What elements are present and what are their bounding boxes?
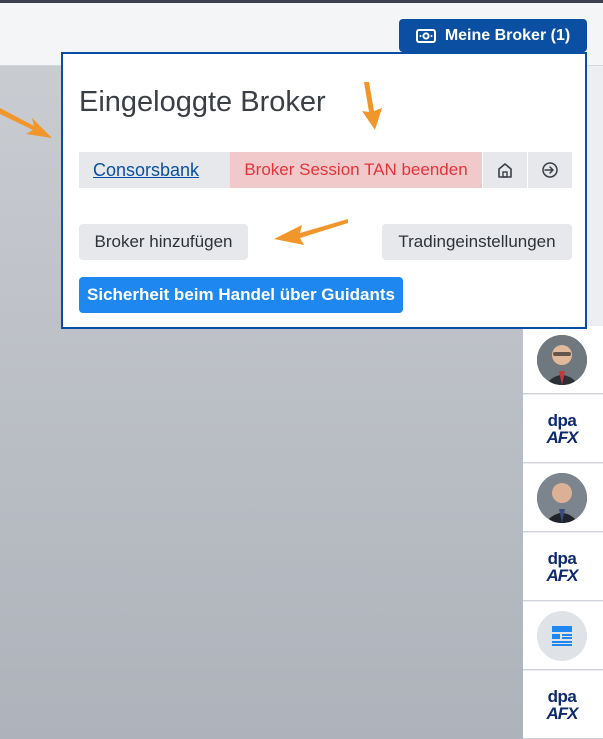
- security-info-button[interactable]: Sicherheit beim Handel über Guidants: [79, 277, 403, 313]
- login-icon: [542, 162, 558, 178]
- arrow-annotation: [0, 108, 52, 138]
- arrow-annotation: [274, 219, 348, 245]
- broker-link[interactable]: Consorsbank: [79, 152, 230, 188]
- dpa-afx-logo: dpa AFX: [537, 679, 587, 730]
- popup-title: Eingeloggte Broker: [79, 86, 326, 118]
- end-session-button[interactable]: Broker Session TAN beenden: [230, 152, 482, 188]
- news-layout-icon: [537, 610, 587, 661]
- arrow-annotation: [362, 82, 382, 130]
- sidebar-item-dpa[interactable]: dpa AFX: [523, 671, 603, 739]
- trading-settings-button[interactable]: Tradingeinstellungen: [382, 224, 572, 260]
- dpa-afx-logo: dpa AFX: [537, 403, 587, 454]
- my-brokers-button[interactable]: Meine Broker (1): [399, 19, 587, 52]
- sidebar-item-author[interactable]: [523, 464, 603, 532]
- dpa-afx-logo: dpa AFX: [537, 541, 587, 592]
- avatar: [537, 472, 587, 523]
- my-brokers-label: Meine Broker (1): [444, 26, 571, 44]
- broker-row: Consorsbank Broker Session TAN beenden: [79, 152, 572, 188]
- broker-popup: Eingeloggte Broker Consorsbank Broker Se…: [61, 52, 587, 329]
- sidebar-item-news[interactable]: [523, 602, 603, 670]
- avatar: [537, 334, 587, 385]
- home-button[interactable]: [482, 152, 527, 188]
- login-button[interactable]: [527, 152, 572, 188]
- sidebar-item-author[interactable]: [523, 326, 603, 394]
- sidebar-item-dpa[interactable]: dpa AFX: [523, 533, 603, 601]
- sidebar-item-dpa[interactable]: dpa AFX: [523, 395, 603, 463]
- broker-icon: [415, 28, 436, 43]
- add-broker-button[interactable]: Broker hinzufügen: [79, 224, 248, 260]
- home-icon: [498, 163, 512, 178]
